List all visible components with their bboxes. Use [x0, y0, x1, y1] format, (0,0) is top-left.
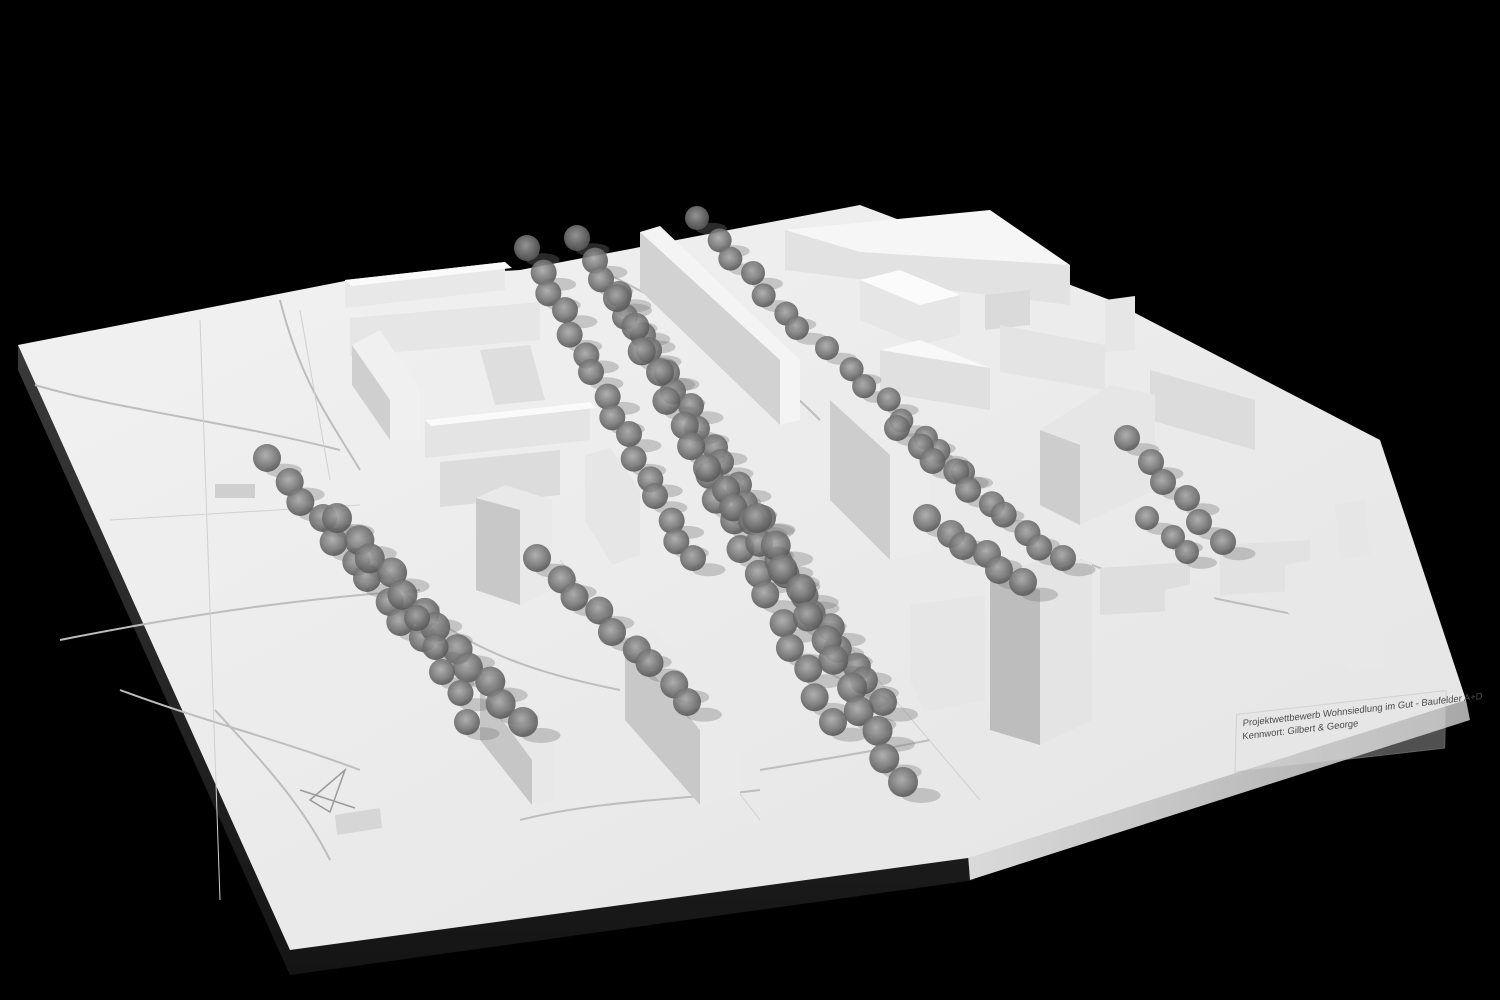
building-ne-small [985, 290, 1030, 330]
tree-icon [718, 246, 743, 271]
tree-icon [616, 421, 642, 447]
tree-icon [514, 235, 540, 261]
tree-icon [286, 488, 315, 516]
tree-icon [949, 532, 977, 560]
tree-icon [1009, 568, 1037, 596]
tree-icon [603, 284, 631, 312]
tree-icon [884, 415, 910, 441]
tree-icon [1150, 469, 1176, 495]
tree-icon [564, 225, 590, 251]
tree-icon [869, 743, 900, 774]
tree-icon [652, 386, 681, 415]
tree-icon [742, 503, 772, 533]
tree-icon [819, 708, 847, 736]
tree-icon [785, 316, 809, 340]
tree-icon [919, 447, 946, 474]
tree-icon [852, 374, 877, 399]
tree-icon [560, 583, 589, 611]
tree-icon [876, 387, 901, 412]
building-se-block [910, 595, 985, 712]
tree-icon [578, 359, 604, 385]
tree-icon [635, 649, 664, 677]
tree-icon [1174, 485, 1200, 511]
tree-icon [693, 454, 721, 482]
tree-icon [620, 445, 647, 472]
tree-icon [862, 715, 893, 746]
tree-icon [1135, 506, 1159, 530]
tree-icon [1175, 540, 1199, 564]
tree-icon [508, 707, 538, 737]
tree-icon [523, 544, 551, 572]
tree-icon [955, 476, 982, 503]
tree-icon [680, 545, 706, 571]
tree-icon [404, 605, 430, 631]
building-se-tall-thin [1335, 500, 1370, 560]
tree-icon [1186, 509, 1212, 535]
tree-icon [751, 283, 776, 308]
tree-icon [552, 297, 578, 323]
tree-icon [429, 659, 455, 685]
tree-icon [1026, 534, 1053, 561]
tree-icon [786, 573, 817, 604]
tree-icon [422, 634, 449, 660]
architectural-model-photo [0, 0, 1500, 1000]
tree-icon [794, 654, 823, 683]
tree-icon [253, 444, 281, 472]
tree-icon [621, 312, 650, 341]
tree-icon [990, 501, 1017, 528]
tree-icon [646, 358, 675, 387]
tree-icon [598, 618, 626, 646]
tree-icon [322, 503, 352, 533]
tree-icon [985, 556, 1013, 584]
tree-icon [685, 206, 709, 230]
tree-icon [741, 261, 765, 285]
tree-icon [792, 601, 823, 632]
tree-icon [815, 336, 839, 360]
tree-icon [800, 683, 829, 712]
tree-icon [888, 767, 918, 797]
tree-icon [673, 688, 701, 716]
tree-icon [1114, 425, 1140, 451]
tree-icon [556, 321, 583, 348]
tree-icon [454, 709, 480, 735]
tree-icon [913, 504, 941, 532]
tree-icon [1210, 529, 1236, 555]
tree-icon [447, 680, 474, 706]
tree-icon [751, 580, 780, 609]
building-shed-west [215, 484, 255, 498]
tree-icon [642, 483, 668, 509]
tree-icon [818, 644, 849, 675]
tree-icon [1050, 545, 1076, 571]
